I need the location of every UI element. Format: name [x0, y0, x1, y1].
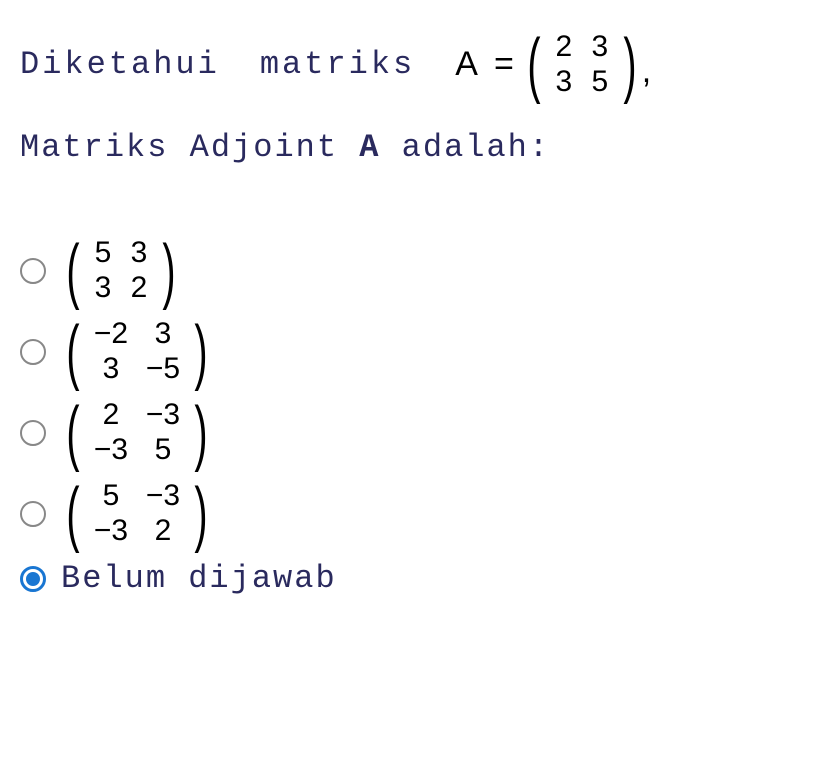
matrix-cell: 2 [85, 398, 137, 433]
option-matrix: ( 2 −3 −3 5 ) [61, 398, 213, 467]
matrix-cell: −5 [137, 352, 189, 387]
matrix-cell: 3 [121, 236, 157, 271]
matrix-cell: 5 [85, 236, 121, 271]
option-matrix: ( −2 3 3 −5 ) [61, 317, 213, 386]
matrix-cell: 3 [85, 271, 121, 306]
line2-bold: A [359, 129, 380, 166]
matrix-cell: 2 [121, 271, 157, 306]
matrix-cell: 5 [137, 433, 189, 468]
variable-a: A [455, 45, 478, 84]
matrix-cell: −3 [137, 479, 189, 514]
matrix-cell: 3 [546, 65, 582, 100]
line2-pre: Matriks Adjoint [20, 129, 359, 166]
matrix-cell: −2 [85, 317, 137, 352]
question-line-2: Matriks Adjoint A adalah: [20, 129, 817, 166]
left-paren-icon: ( [66, 406, 79, 460]
matrix-cell: 3 [137, 317, 189, 352]
options-group: ( 5 3 3 2 ) ( −2 3 [20, 236, 817, 597]
option-matrix: ( 5 −3 −3 2 ) [61, 479, 213, 548]
matrix-equation: A = ( 2 3 3 5 ) , [455, 30, 651, 99]
matrix-cell: 5 [85, 479, 137, 514]
radio-button[interactable] [20, 420, 46, 446]
left-paren-icon: ( [66, 325, 79, 379]
right-paren-icon: ) [623, 38, 636, 92]
option-2[interactable]: ( −2 3 3 −5 ) [20, 317, 817, 386]
radio-button[interactable] [20, 258, 46, 284]
question-text-1: Diketahui [20, 46, 220, 83]
matrix-cell: 3 [582, 30, 618, 65]
option-3[interactable]: ( 2 −3 −3 5 ) [20, 398, 817, 467]
option-matrix: ( 5 3 3 2 ) [61, 236, 181, 305]
left-paren-icon: ( [66, 487, 79, 541]
right-paren-icon: ) [162, 244, 175, 298]
matrix-cell: 5 [582, 65, 618, 100]
option-not-answered[interactable]: Belum dijawab [20, 560, 817, 597]
given-matrix: ( 2 3 3 5 ) [522, 30, 642, 99]
radio-button-selected[interactable] [20, 566, 46, 592]
matrix-cell: −3 [137, 398, 189, 433]
radio-button[interactable] [20, 339, 46, 365]
comma: , [642, 52, 651, 99]
option-4[interactable]: ( 5 −3 −3 2 ) [20, 479, 817, 548]
left-paren-icon: ( [66, 244, 79, 298]
not-answered-label: Belum dijawab [61, 560, 337, 597]
right-paren-icon: ) [194, 325, 207, 379]
radio-button[interactable] [20, 501, 46, 527]
right-paren-icon: ) [194, 487, 207, 541]
question-text-2: matriks [260, 46, 415, 83]
matrix-cell: −3 [85, 514, 137, 549]
right-paren-icon: ) [194, 406, 207, 460]
line2-post: adalah: [380, 129, 550, 166]
equals-sign: = [494, 45, 514, 84]
matrix-cell: 3 [85, 352, 137, 387]
matrix-cell: −3 [85, 433, 137, 468]
question-line: Diketahui matriks A = ( 2 3 3 5 ) , [20, 30, 817, 99]
matrix-cell: 2 [137, 514, 189, 549]
left-paren-icon: ( [527, 38, 540, 92]
option-1[interactable]: ( 5 3 3 2 ) [20, 236, 817, 305]
matrix-cell: 2 [546, 30, 582, 65]
